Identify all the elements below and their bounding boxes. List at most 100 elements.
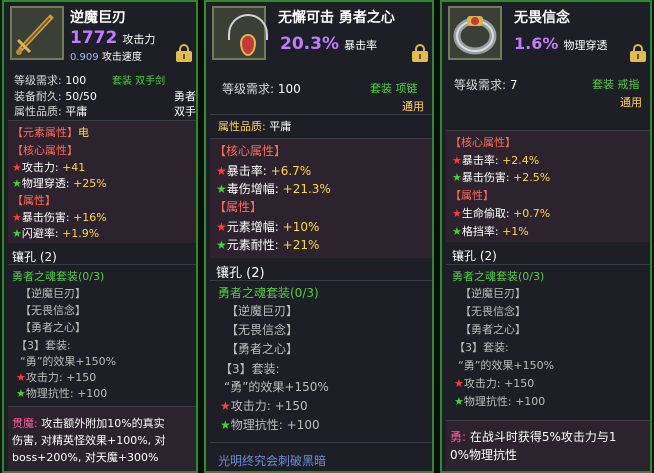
set-item: 【无畏信念】 — [20, 304, 86, 317]
divider — [8, 264, 196, 265]
element-header: 【元素属性】电 — [12, 126, 89, 139]
attr-header: 【属性】 — [214, 200, 263, 214]
star-icon: ★ — [216, 182, 227, 196]
core-stat: ★攻击力: +41 — [12, 161, 86, 174]
set-stat: ★物理抗性: +100 — [16, 387, 108, 400]
main-stat-label: 物理穿透 — [563, 39, 608, 52]
star-icon: ★ — [220, 399, 231, 413]
main-stat-label: 暴击率 — [344, 39, 378, 52]
star-icon: ★ — [454, 395, 464, 408]
sub-stat-value: 0.909 — [70, 52, 99, 63]
dagger-icon — [16, 14, 54, 55]
set-title: 勇者之魂套装(0/3) — [218, 286, 319, 300]
set-stat: ★攻击力: +150 — [454, 377, 535, 390]
item-name: 无懈可击 勇者之心 — [278, 10, 395, 26]
main-stat-value: 1772 — [70, 28, 118, 48]
hand-type: 双手 — [174, 105, 196, 118]
star-icon: ★ — [452, 154, 462, 167]
tooltip-header: 逆魔巨刃 1772 攻击力 0.909 攻击速度 — [4, 2, 196, 66]
quality: 属性品质: 平庸 — [14, 105, 88, 118]
lock-icon[interactable] — [412, 44, 428, 62]
set-item: 【无畏信念】 — [460, 305, 526, 318]
level-requirement: 等级需求: 100 — [222, 82, 301, 96]
star-icon: ★ — [454, 377, 464, 390]
attr-stat: ★闪避率: +1.9% — [12, 227, 100, 240]
skill-line: 0%物理抗性 — [450, 448, 518, 462]
core-stat: ★暴击率: +2.4% — [452, 154, 540, 167]
set-item: 【逆魔巨刃】 — [20, 287, 86, 300]
attr-stat: ★格挡率: +1% — [452, 225, 529, 238]
core-header: 【核心属性】 — [12, 144, 78, 157]
class-restriction: 勇者 — [174, 90, 196, 103]
quality: 属性品质: 平庸 — [218, 120, 292, 133]
set-stat: ★物理抗性: +100 — [454, 395, 546, 408]
item-name: 逆魔巨刃 — [70, 10, 126, 26]
item-type: 套装 戒指 — [592, 78, 640, 91]
divider — [210, 280, 432, 281]
skill-line: 贯魔: 攻击额外附加10%的真实 — [12, 417, 165, 430]
set-item: 【勇者之心】 — [226, 342, 299, 356]
star-icon: ★ — [216, 220, 227, 234]
divider — [210, 442, 432, 443]
attr-stat: ★生命偷取: +0.7% — [452, 207, 551, 220]
set-stat: ★物理抗性: +100 — [220, 418, 320, 432]
item-icon-frame — [448, 6, 502, 60]
flavor-text: 光明终究会刺破黑暗 — [218, 454, 327, 468]
lock-icon[interactable] — [176, 44, 192, 62]
lock-icon[interactable] — [630, 44, 646, 62]
main-stat: 20.3% 暴击率 — [280, 34, 377, 54]
set-stat: ★攻击力: +150 — [16, 371, 97, 384]
item-icon-frame — [212, 6, 268, 60]
star-icon: ★ — [216, 164, 227, 178]
attr-stat: ★元素耐性: +21% — [216, 238, 320, 252]
set-stat: ★攻击力: +150 — [220, 399, 308, 413]
level-requirement: 等级需求: 100 — [14, 74, 87, 87]
item-tooltip-sword: 逆魔巨刃 1772 攻击力 0.909 攻击速度 套装 双手剑 等级需求: 10… — [2, 0, 198, 473]
core-header: 【核心属性】 — [214, 144, 287, 158]
star-icon: ★ — [12, 227, 22, 240]
attr-stat: ★元素增幅: +10% — [216, 220, 320, 234]
set-title: 勇者之魂套装(0/3) — [12, 270, 105, 283]
set-title: 勇者之魂套装(0/3) — [452, 270, 545, 283]
core-stat: ★物理穿透: +25% — [12, 177, 107, 190]
core-stat: ★暴击伤害: +2.5% — [452, 171, 551, 184]
star-icon: ★ — [16, 371, 26, 384]
star-icon: ★ — [452, 171, 462, 184]
set-bonus-title: 【3】套装: — [16, 339, 71, 352]
star-icon: ★ — [452, 225, 462, 238]
item-name: 无畏信念 — [514, 10, 570, 26]
item-type: 套装 双手剑 — [112, 76, 166, 87]
set-bonus: “勇”的效果+150% — [20, 355, 117, 368]
set-item: 【勇者之心】 — [20, 321, 86, 334]
divider — [446, 264, 650, 265]
socket-count: 镶孔 (2) — [216, 266, 265, 281]
socket-count: 镶孔 (2) — [12, 250, 57, 264]
main-stat-value: 20.3% — [280, 34, 339, 54]
ring-icon — [453, 16, 497, 55]
core-stat: ★毒伤增幅: +21.3% — [216, 182, 331, 196]
sub-stat: 0.909 攻击速度 — [70, 48, 142, 63]
set-item: 【勇者之心】 — [460, 323, 526, 336]
main-stat-value: 1.6% — [514, 34, 559, 53]
set-item: 【逆魔巨刃】 — [226, 304, 299, 318]
set-bonus-title: 【3】套装: — [220, 362, 280, 376]
tooltip-header: 无懈可击 勇者之心 20.3% 暴击率 — [206, 2, 432, 66]
attr-stat: ★暴击伤害: +16% — [12, 211, 107, 224]
skill-name: 贯魔: — [12, 417, 38, 430]
sub-stat-label: 攻击速度 — [101, 52, 142, 63]
item-tooltip-ring: 无畏信念 1.6% 物理穿透 等级需求: 7 套装 戒指 通用 【核心属性】 ★… — [440, 0, 652, 473]
item-usage: 通用 — [402, 100, 424, 113]
set-bonus: “勇”的效果+150% — [458, 359, 555, 372]
star-icon: ★ — [220, 418, 231, 432]
main-stat-label: 攻击力 — [122, 33, 156, 46]
item-tooltip-amulet: 无懈可击 勇者之心 20.3% 暴击率 等级需求: 100 套装 项链 通用 属… — [204, 0, 434, 473]
attr-header: 【属性】 — [12, 194, 56, 207]
star-icon: ★ — [16, 387, 26, 400]
set-bonus: “勇”的效果+150% — [224, 380, 329, 394]
main-stat: 1.6% 物理穿透 — [514, 34, 607, 53]
star-icon: ★ — [216, 238, 227, 252]
durability: 装备耐久: 50/50 — [14, 90, 97, 103]
item-usage: 通用 — [620, 96, 642, 109]
level-requirement: 等级需求: 7 — [454, 78, 518, 92]
star-icon: ★ — [12, 177, 22, 190]
